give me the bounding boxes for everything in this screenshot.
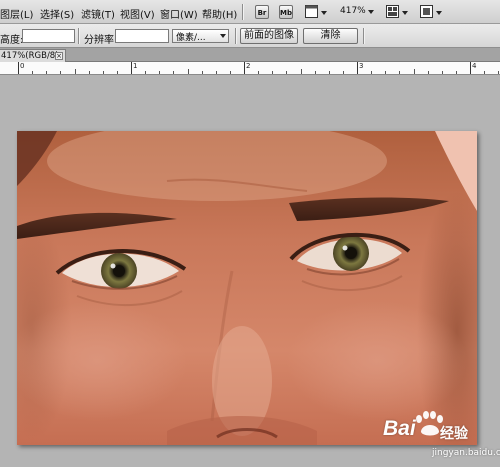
screen-mode-button[interactable] — [420, 5, 444, 22]
horizontal-ruler: 0 1 2 3 4 — [0, 62, 500, 75]
ruler-minor-tick — [258, 71, 260, 74]
height-field[interactable] — [22, 29, 75, 43]
menu-view[interactable]: 视图(V) — [120, 6, 155, 21]
ruler-minor-tick — [498, 71, 500, 74]
menu-separator — [242, 4, 243, 20]
options-separator — [363, 28, 364, 44]
ruler-minor-tick — [215, 71, 217, 74]
view-extras-icon — [305, 5, 327, 18]
minibridge-icon: Mb — [280, 9, 292, 17]
ruler-minor-tick — [413, 69, 415, 74]
menu-filter[interactable]: 滤镜(T) — [81, 6, 115, 21]
bridge-button[interactable]: Br — [255, 5, 269, 19]
ruler-minor-tick — [371, 71, 373, 74]
document-tab[interactable]: 417%(RGB/8) × — [0, 49, 66, 62]
ruler-minor-tick — [201, 71, 203, 74]
ruler-label: 1 — [133, 62, 138, 70]
unit-select[interactable]: 像素/... — [172, 29, 229, 43]
close-icon[interactable]: × — [55, 52, 63, 60]
ruler-minor-tick — [314, 71, 316, 74]
zoom-level[interactable]: 417% — [340, 6, 366, 16]
watermark-brand: Bai — [383, 417, 416, 440]
resolution-field[interactable] — [115, 29, 169, 43]
ruler-label: 4 — [472, 62, 477, 70]
ruler-major-tick — [131, 62, 132, 74]
height-label: 高度: — [0, 35, 24, 46]
ruler-label: 0 — [20, 62, 25, 70]
view-extras-button[interactable] — [305, 5, 329, 22]
ruler-minor-tick — [300, 69, 302, 74]
ruler-label: 3 — [359, 62, 364, 70]
arrange-documents-button[interactable] — [386, 5, 410, 22]
menu-help[interactable]: 帮助(H) — [202, 6, 237, 21]
ruler-minor-tick — [32, 71, 34, 74]
document-tab-bar: 417%(RGB/8) × — [0, 48, 500, 62]
ruler-minor-tick — [159, 71, 161, 74]
ruler-minor-tick — [342, 71, 344, 74]
menu-layer[interactable]: 图层(L) — [0, 6, 33, 21]
ruler-minor-tick — [88, 71, 90, 74]
ruler-minor-tick — [272, 71, 274, 74]
ruler-minor-tick — [441, 71, 443, 74]
zoom-dropdown-icon[interactable] — [368, 10, 374, 14]
watermark-url: jingyan.baidu.com — [432, 448, 500, 458]
clear-button[interactable]: 清除 — [303, 28, 358, 44]
options-bar: 高度: 分辨率: 像素/... 前面的图像 清除 — [0, 24, 500, 48]
document-tab-label: 417%(RGB/8) — [1, 51, 59, 61]
options-separator — [235, 28, 236, 44]
screen-mode-icon — [420, 5, 442, 18]
ruler-minor-tick — [145, 71, 147, 74]
ruler-minor-tick — [229, 71, 231, 74]
ruler-minor-tick — [74, 69, 76, 74]
ruler-minor-tick — [399, 71, 401, 74]
ruler-major-tick — [244, 62, 245, 74]
ruler-minor-tick — [116, 71, 118, 74]
ruler-minor-tick — [173, 71, 175, 74]
menu-bar: 图层(L) 选择(S) 滤镜(T) 视图(V) 窗口(W) 帮助(H) Br M… — [0, 0, 500, 24]
menu-window[interactable]: 窗口(W) — [160, 6, 198, 21]
ruler-minor-tick — [328, 71, 330, 74]
ruler-major-tick — [470, 62, 471, 74]
ruler-minor-tick — [484, 71, 486, 74]
ruler-major-tick — [357, 62, 358, 74]
resolution-label: 分辨率: — [84, 35, 118, 46]
ruler-minor-tick — [60, 71, 62, 74]
menu-select[interactable]: 选择(S) — [40, 6, 74, 21]
face-photo[interactable] — [17, 131, 477, 445]
options-separator — [78, 28, 79, 44]
ruler-label: 2 — [246, 62, 251, 70]
front-image-button[interactable]: 前面的图像 — [240, 28, 298, 44]
ruler-minor-tick — [455, 71, 457, 74]
chevron-down-icon — [220, 34, 226, 38]
ruler-minor-tick — [102, 71, 104, 74]
ruler-minor-tick — [385, 71, 387, 74]
unit-select-value: 像素/... — [176, 33, 206, 43]
bridge-icon: Br — [257, 9, 267, 17]
ruler-minor-tick — [427, 71, 429, 74]
ruler-major-tick — [18, 62, 19, 74]
ruler-minor-tick — [286, 71, 288, 74]
ruler-minor-tick — [46, 71, 48, 74]
arrange-documents-icon — [386, 5, 408, 18]
watermark-brand-suffix: 经验 — [440, 426, 468, 442]
minibridge-button[interactable]: Mb — [279, 5, 293, 19]
ruler-minor-tick — [187, 69, 189, 74]
